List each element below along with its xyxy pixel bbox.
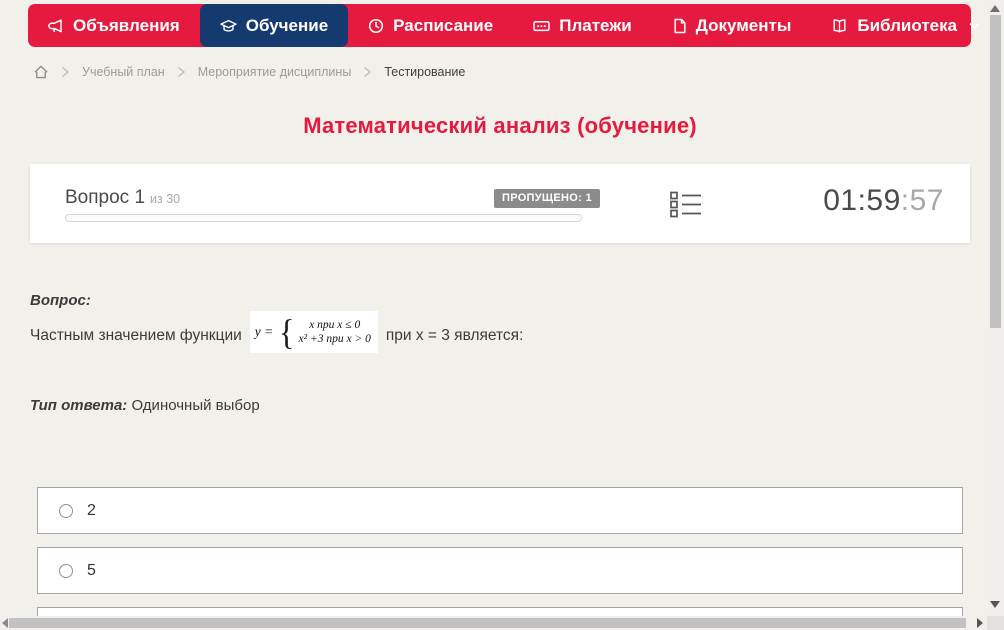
scroll-left-arrow-icon[interactable] [2, 618, 8, 628]
scrollbar-corner [987, 616, 1004, 630]
clock-icon [369, 18, 384, 33]
test-page: Объявления Обучение Расписание Платежи Д… [0, 0, 1004, 630]
formula-lhs: y = [254, 324, 274, 339]
answer-type-label: Тип ответа: [30, 397, 128, 414]
open-book-icon [833, 18, 846, 32]
scroll-up-arrow-icon[interactable] [990, 5, 1000, 12]
nav-item-label: Платежи [559, 15, 632, 35]
question-list-icon [670, 191, 701, 218]
nav-item-library[interactable]: Библиотека [811, 4, 1000, 47]
chevron-right-icon [177, 66, 186, 78]
nav-item-schedule[interactable]: Расписание [348, 4, 513, 47]
nav-item-label: Библиотека [857, 15, 958, 35]
main-navbar: Объявления Обучение Расписание Платежи Д… [28, 4, 980, 47]
formula-brace: { [279, 312, 295, 352]
timer-hours-minutes: 01:59 [823, 184, 901, 217]
skipped-badge: ПРОПУЩЕНО: 1 [494, 189, 600, 208]
progress-bar [65, 214, 582, 222]
scroll-right-arrow-icon[interactable] [977, 618, 983, 628]
nav-item-label: Расписание [393, 15, 494, 35]
question-text-before: Частным значением функции [30, 327, 242, 344]
piecewise-formula: y = { x при x ≤ 0 x² +3 при x > 0 [249, 311, 378, 353]
nav-item-education[interactable]: Обучение [199, 4, 349, 47]
graduation-cap-icon [220, 19, 237, 32]
option-label: 2 [87, 501, 96, 519]
nav-item-label: Обучение [245, 15, 329, 35]
formula-case-1: x при x ≤ 0 [309, 318, 361, 331]
question-list-button[interactable] [670, 191, 702, 218]
option-label: 5 [87, 561, 96, 579]
answer-option-1[interactable]: 2 [37, 487, 963, 534]
answer-option-2[interactable]: 5 [37, 547, 963, 594]
nav-item-label: Объявления [73, 15, 180, 35]
question-number-text: Вопрос 1 [65, 187, 146, 208]
radio-button[interactable] [59, 563, 73, 578]
breadcrumb-item-discipline-event[interactable]: Мероприятие дисциплины [198, 65, 352, 79]
chevron-right-icon [61, 66, 70, 78]
answer-options: 2 5 [37, 487, 963, 630]
timer: 01:59:57 [823, 184, 944, 218]
question-counter: из 30 [150, 192, 181, 206]
megaphone-icon [48, 18, 62, 32]
banknote-icon [533, 20, 550, 31]
breadcrumb: Учебный план Мероприятие дисциплины Тест… [33, 63, 465, 81]
vertical-scrollbar-thumb[interactable] [990, 15, 1001, 328]
radio-button[interactable] [59, 503, 73, 518]
chevron-down-icon [969, 22, 980, 29]
question-header-card: Вопрос 1 из 30 ПРОПУЩЕНО: 1 01:59:57 [30, 164, 970, 243]
nav-item-label: Документы [695, 15, 792, 35]
home-icon[interactable] [33, 64, 49, 80]
chevron-right-icon [363, 66, 372, 78]
scroll-down-arrow-icon[interactable] [990, 601, 1000, 608]
nav-item-announcements[interactable]: Объявления [28, 4, 200, 47]
horizontal-scrollbar-thumb[interactable] [9, 618, 966, 628]
breadcrumb-item-study-plan[interactable]: Учебный план [82, 65, 165, 79]
question-heading: Вопрос: [30, 292, 91, 309]
document-icon [674, 18, 686, 33]
answer-type-value: Одиночный выбор [131, 397, 260, 414]
answer-type-row: Тип ответа: Одиночный выбор [30, 397, 260, 414]
nav-item-payments[interactable]: Платежи [513, 4, 652, 47]
question-text-row: Частным значением функции y = { x при x … [30, 311, 523, 353]
page-title: Математический анализ (обучение) [303, 113, 697, 138]
formula-case-2: x² +3 при x > 0 [298, 332, 371, 345]
question-text-after: при x = 3 является: [385, 327, 524, 344]
formula-cases: x при x ≤ 0 x² +3 при x > 0 [299, 319, 371, 346]
question-number: Вопрос 1 из 30 [65, 187, 180, 209]
timer-seconds: :57 [900, 184, 944, 217]
breadcrumb-item-testing: Тестирование [384, 65, 466, 79]
nav-item-documents[interactable]: Документы [652, 4, 812, 47]
